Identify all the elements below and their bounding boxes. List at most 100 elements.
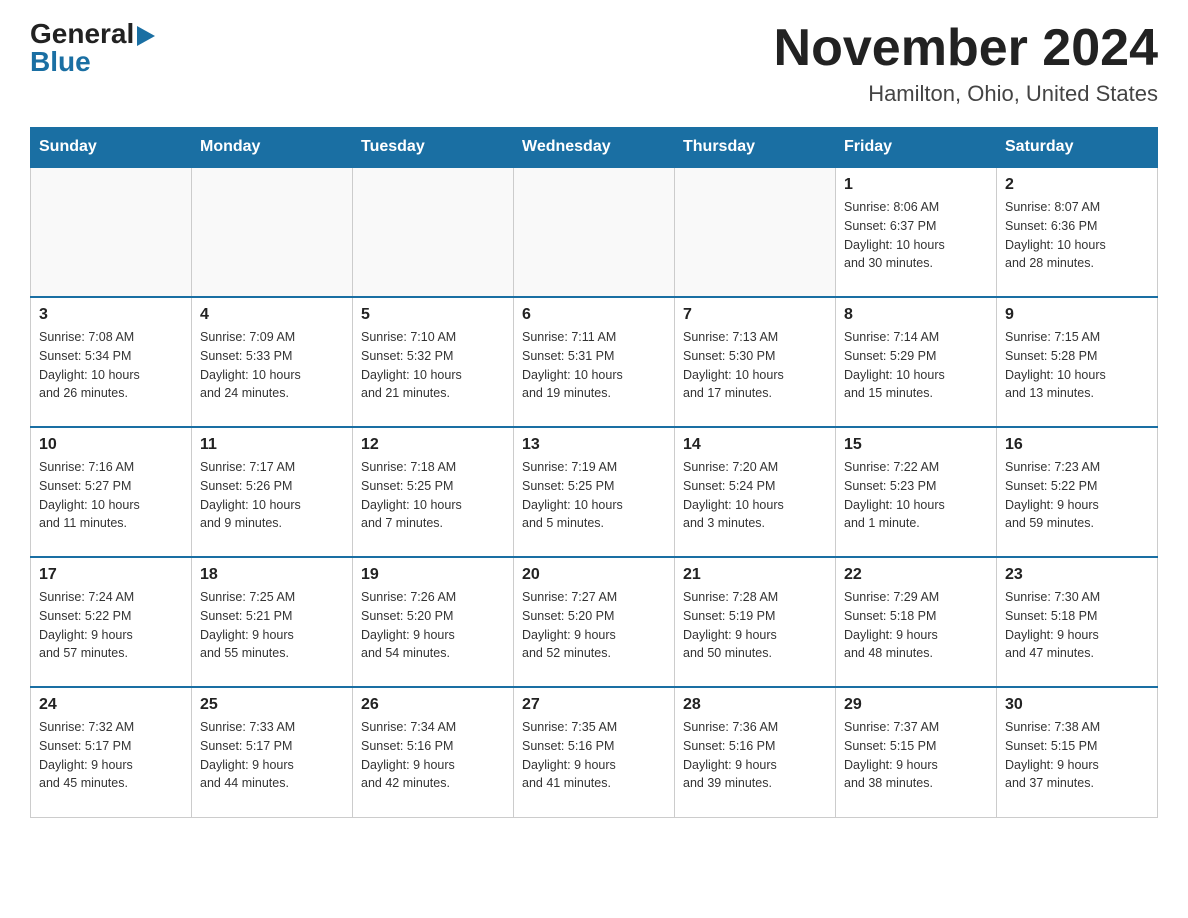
- calendar-cell: 28 Sunrise: 7:36 AM Sunset: 5:16 PM Dayli…: [675, 687, 836, 817]
- day-number: 17: [39, 566, 183, 584]
- calendar-header-row: SundayMondayTuesdayWednesdayThursdayFrid…: [31, 128, 1158, 168]
- calendar-cell: 20Sunrise: 7:27 AM Sunset: 5:20 PM Dayli…: [514, 557, 675, 687]
- title-block: November 2024 Hamilton, Ohio, United Sta…: [774, 20, 1158, 107]
- calendar-cell: 8 Sunrise: 7:14 AM Sunset: 5:29 PM Daylig…: [836, 297, 997, 427]
- calendar-cell: 9 Sunrise: 7:15 AM Sunset: 5:28 PM Daylig…: [997, 297, 1158, 427]
- day-info: Sunrise: 7:24 AM Sunset: 5:22 PM Dayligh…: [39, 588, 183, 663]
- calendar-cell: 12Sunrise: 7:18 AM Sunset: 5:25 PM Dayli…: [353, 427, 514, 557]
- day-info: Sunrise: 7:35 AM Sunset: 5:16 PM Dayligh…: [522, 718, 666, 793]
- logo-triangle-icon: [137, 26, 155, 46]
- day-number: 21: [683, 566, 827, 584]
- day-info: Sunrise: 7:32 AM Sunset: 5:17 PM Dayligh…: [39, 718, 183, 793]
- day-info: Sunrise: 7:36 AM Sunset: 5:16 PM Dayligh…: [683, 718, 827, 793]
- day-number: 4: [200, 306, 344, 324]
- day-number: 11: [200, 436, 344, 454]
- calendar-cell: [675, 167, 836, 297]
- calendar-cell: 4 Sunrise: 7:09 AM Sunset: 5:33 PM Daylig…: [192, 297, 353, 427]
- day-number: 15: [844, 436, 988, 454]
- column-header-monday: Monday: [192, 128, 353, 168]
- day-number: 26: [361, 696, 505, 714]
- day-info: Sunrise: 7:19 AM Sunset: 5:25 PM Dayligh…: [522, 458, 666, 533]
- calendar-cell: 30Sunrise: 7:38 AM Sunset: 5:15 PM Dayli…: [997, 687, 1158, 817]
- day-info: Sunrise: 7:17 AM Sunset: 5:26 PM Dayligh…: [200, 458, 344, 533]
- day-number: 12: [361, 436, 505, 454]
- calendar-cell: 21Sunrise: 7:28 AM Sunset: 5:19 PM Dayli…: [675, 557, 836, 687]
- logo-blue-text: Blue: [30, 48, 91, 76]
- calendar-cell: 22Sunrise: 7:29 AM Sunset: 5:18 PM Dayli…: [836, 557, 997, 687]
- day-info: Sunrise: 7:15 AM Sunset: 5:28 PM Dayligh…: [1005, 328, 1149, 403]
- day-number: 30: [1005, 696, 1149, 714]
- column-header-sunday: Sunday: [31, 128, 192, 168]
- day-info: Sunrise: 7:37 AM Sunset: 5:15 PM Dayligh…: [844, 718, 988, 793]
- calendar-cell: 11 Sunrise: 7:17 AM Sunset: 5:26 PM Dayli…: [192, 427, 353, 557]
- day-info: Sunrise: 7:13 AM Sunset: 5:30 PM Dayligh…: [683, 328, 827, 403]
- calendar-cell: 24 Sunrise: 7:32 AM Sunset: 5:17 PM Dayli…: [31, 687, 192, 817]
- day-info: Sunrise: 7:27 AM Sunset: 5:20 PM Dayligh…: [522, 588, 666, 663]
- day-number: 6: [522, 306, 666, 324]
- calendar-week-row: 10Sunrise: 7:16 AM Sunset: 5:27 PM Dayli…: [31, 427, 1158, 557]
- calendar-cell: [31, 167, 192, 297]
- day-number: 18: [200, 566, 344, 584]
- day-info: Sunrise: 7:09 AM Sunset: 5:33 PM Dayligh…: [200, 328, 344, 403]
- calendar-cell: 25Sunrise: 7:33 AM Sunset: 5:17 PM Dayli…: [192, 687, 353, 817]
- calendar-cell: 2Sunrise: 8:07 AM Sunset: 6:36 PM Daylig…: [997, 167, 1158, 297]
- column-header-wednesday: Wednesday: [514, 128, 675, 168]
- day-info: Sunrise: 7:30 AM Sunset: 5:18 PM Dayligh…: [1005, 588, 1149, 663]
- calendar-cell: [514, 167, 675, 297]
- day-number: 19: [361, 566, 505, 584]
- calendar-week-row: 1 Sunrise: 8:06 AM Sunset: 6:37 PM Daylig…: [31, 167, 1158, 297]
- calendar-cell: 26 Sunrise: 7:34 AM Sunset: 5:16 PM Dayli…: [353, 687, 514, 817]
- day-number: 1: [844, 176, 988, 194]
- calendar-cell: 19Sunrise: 7:26 AM Sunset: 5:20 PM Dayli…: [353, 557, 514, 687]
- calendar-cell: 14 Sunrise: 7:20 AM Sunset: 5:24 PM Dayli…: [675, 427, 836, 557]
- column-header-friday: Friday: [836, 128, 997, 168]
- day-number: 14: [683, 436, 827, 454]
- day-number: 22: [844, 566, 988, 584]
- calendar-cell: 13 Sunrise: 7:19 AM Sunset: 5:25 PM Dayli…: [514, 427, 675, 557]
- column-header-tuesday: Tuesday: [353, 128, 514, 168]
- calendar-cell: 10Sunrise: 7:16 AM Sunset: 5:27 PM Dayli…: [31, 427, 192, 557]
- day-number: 10: [39, 436, 183, 454]
- logo: General Blue: [30, 20, 156, 76]
- calendar-cell: 15 Sunrise: 7:22 AM Sunset: 5:23 PM Dayli…: [836, 427, 997, 557]
- day-info: Sunrise: 7:34 AM Sunset: 5:16 PM Dayligh…: [361, 718, 505, 793]
- location-subtitle: Hamilton, Ohio, United States: [774, 81, 1158, 107]
- calendar-cell: 6 Sunrise: 7:11 AM Sunset: 5:31 PM Daylig…: [514, 297, 675, 427]
- day-number: 29: [844, 696, 988, 714]
- calendar-week-row: 24 Sunrise: 7:32 AM Sunset: 5:17 PM Dayli…: [31, 687, 1158, 817]
- day-info: Sunrise: 7:14 AM Sunset: 5:29 PM Dayligh…: [844, 328, 988, 403]
- calendar-cell: 5 Sunrise: 7:10 AM Sunset: 5:32 PM Daylig…: [353, 297, 514, 427]
- day-info: Sunrise: 7:22 AM Sunset: 5:23 PM Dayligh…: [844, 458, 988, 533]
- day-number: 7: [683, 306, 827, 324]
- calendar-cell: 17 Sunrise: 7:24 AM Sunset: 5:22 PM Dayli…: [31, 557, 192, 687]
- calendar-cell: 7 Sunrise: 7:13 AM Sunset: 5:30 PM Daylig…: [675, 297, 836, 427]
- calendar-cell: 29 Sunrise: 7:37 AM Sunset: 5:15 PM Dayli…: [836, 687, 997, 817]
- day-number: 27: [522, 696, 666, 714]
- day-number: 8: [844, 306, 988, 324]
- day-info: Sunrise: 7:23 AM Sunset: 5:22 PM Dayligh…: [1005, 458, 1149, 533]
- day-info: Sunrise: 7:25 AM Sunset: 5:21 PM Dayligh…: [200, 588, 344, 663]
- day-info: Sunrise: 7:08 AM Sunset: 5:34 PM Dayligh…: [39, 328, 183, 403]
- day-number: 13: [522, 436, 666, 454]
- calendar-cell: 23 Sunrise: 7:30 AM Sunset: 5:18 PM Dayli…: [997, 557, 1158, 687]
- day-info: Sunrise: 8:06 AM Sunset: 6:37 PM Dayligh…: [844, 198, 988, 273]
- day-number: 16: [1005, 436, 1149, 454]
- calendar-cell: [192, 167, 353, 297]
- calendar-table: SundayMondayTuesdayWednesdayThursdayFrid…: [30, 127, 1158, 818]
- calendar-cell: 3 Sunrise: 7:08 AM Sunset: 5:34 PM Daylig…: [31, 297, 192, 427]
- day-number: 5: [361, 306, 505, 324]
- day-number: 23: [1005, 566, 1149, 584]
- day-info: Sunrise: 7:20 AM Sunset: 5:24 PM Dayligh…: [683, 458, 827, 533]
- logo-general-text: General: [30, 20, 156, 48]
- column-header-saturday: Saturday: [997, 128, 1158, 168]
- day-number: 28: [683, 696, 827, 714]
- day-number: 9: [1005, 306, 1149, 324]
- calendar-week-row: 3 Sunrise: 7:08 AM Sunset: 5:34 PM Daylig…: [31, 297, 1158, 427]
- page-header: General Blue November 2024 Hamilton, Ohi…: [30, 20, 1158, 107]
- calendar-cell: 16 Sunrise: 7:23 AM Sunset: 5:22 PM Dayli…: [997, 427, 1158, 557]
- day-info: Sunrise: 7:11 AM Sunset: 5:31 PM Dayligh…: [522, 328, 666, 403]
- day-number: 24: [39, 696, 183, 714]
- day-info: Sunrise: 7:33 AM Sunset: 5:17 PM Dayligh…: [200, 718, 344, 793]
- day-number: 3: [39, 306, 183, 324]
- day-info: Sunrise: 7:10 AM Sunset: 5:32 PM Dayligh…: [361, 328, 505, 403]
